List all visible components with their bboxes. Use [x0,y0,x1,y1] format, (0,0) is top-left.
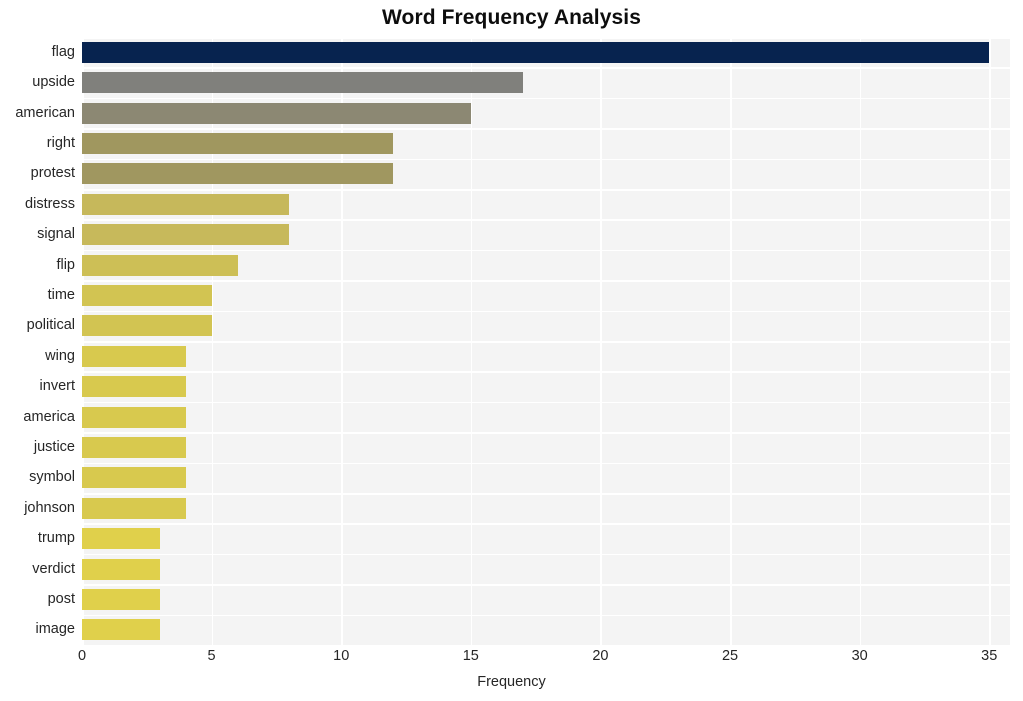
bar[interactable] [82,254,238,276]
y-axis-tick-label: protest [30,165,75,182]
y-axis-tick-label: time [47,286,75,303]
y-axis-tick-label: flip [56,256,75,273]
bar[interactable] [82,406,186,428]
bar[interactable] [82,497,186,519]
bar[interactable] [82,102,471,124]
x-axis-tick-label: 25 [721,648,739,664]
gridline-horizontal [82,310,1010,313]
y-axis-tick-label: symbol [29,469,75,486]
gridline-horizontal [82,645,1010,647]
word-frequency-bar-chart: Word Frequency Analysis flag upside americ… [0,0,1023,701]
gridline-vertical [859,37,862,645]
y-axis-tick-label: america [23,408,75,425]
y-axis-tick-label: wing [45,347,75,364]
gridline-horizontal [82,158,1010,161]
gridline-vertical [82,37,84,645]
y-axis-tick-label: trump [37,530,75,547]
gridline-horizontal [82,128,1010,130]
y-axis-tick-label: invert [39,378,75,395]
x-axis-tick-label: 5 [207,648,216,664]
x-axis-tick-label: 35 [981,648,998,664]
gridline-vertical [211,37,214,645]
gridline-horizontal [82,432,1010,434]
gridline-horizontal [82,97,1010,100]
gridline-horizontal [82,37,1010,39]
x-axis-tick-label: 30 [851,648,868,664]
bar[interactable] [82,467,186,489]
bar[interactable] [82,345,186,367]
bar[interactable] [82,284,212,306]
y-axis-tick-label: upside [32,74,75,91]
bar[interactable] [82,436,186,458]
bar[interactable] [82,558,160,580]
bar[interactable] [82,315,212,337]
y-axis-tick-label: right [46,134,75,151]
y-axis-tick-label: justice [33,438,75,455]
chart-title: Word Frequency Analysis [381,6,642,29]
bar[interactable] [82,588,160,610]
y-axis-tick-label: post [47,590,75,607]
gridline-vertical [989,37,991,645]
gridline-horizontal [82,614,1010,617]
gridline-horizontal [82,280,1010,282]
gridline-vertical [341,37,343,645]
gridline-horizontal [82,493,1010,495]
bar[interactable] [82,41,990,63]
x-axis-label: Frequency [477,674,546,690]
y-axis-tick-label: image [35,621,76,638]
gridline-horizontal [82,584,1010,586]
x-axis-tick-label: 10 [333,648,350,664]
gridline-horizontal [82,523,1010,525]
y-axis-tick-label: johnson [24,499,75,516]
x-axis-tick-label: 0 [77,648,87,664]
gridline-vertical [600,37,602,645]
gridline-horizontal [82,67,1010,69]
gridline-vertical [730,37,732,645]
gridline-horizontal [82,553,1010,556]
bar[interactable] [82,72,523,94]
y-axis-tick-labels: flag upside american right protest distress si… [0,37,75,645]
gridline-vertical [470,37,473,645]
y-axis-tick-label: political [26,317,75,334]
bar[interactable] [82,193,290,215]
plot-area [82,37,1010,647]
gridline-horizontal [82,401,1010,404]
bar[interactable] [82,224,290,246]
y-axis-tick-label: american [15,104,75,121]
bar[interactable] [82,376,186,398]
bar[interactable] [82,619,160,641]
y-axis-tick-label: verdict [32,560,75,577]
x-axis-tick-labels: 0 5 10 15 20 25 30 35 [78,648,1010,670]
gridline-horizontal [82,189,1010,191]
y-axis-tick-label: signal [37,226,75,243]
bar[interactable] [82,163,394,185]
gridline-horizontal [82,249,1010,252]
gridline-horizontal [82,219,1010,221]
y-axis-tick-label: flag [51,43,75,60]
x-axis-tick-label: 20 [592,648,609,664]
gridline-horizontal [82,462,1010,465]
gridline-horizontal [82,371,1010,373]
bar[interactable] [82,132,394,154]
x-axis-tick-label: 15 [462,648,479,664]
y-axis-tick-label: distress [25,195,75,212]
gridline-horizontal [82,341,1010,343]
bar[interactable] [82,528,160,550]
